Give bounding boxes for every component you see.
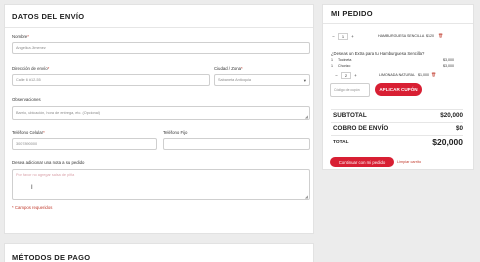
- item-2-price: $1,000: [418, 73, 429, 77]
- direccion-input[interactable]: Calle 6 #12-55: [12, 74, 210, 86]
- extra-price: $3,000: [443, 64, 454, 68]
- total-label: TOTAL: [333, 140, 349, 145]
- coupon-input[interactable]: Código de cupón: [330, 83, 370, 97]
- extra-qty: 1: [331, 58, 333, 62]
- decrement-button[interactable]: −: [333, 73, 340, 78]
- order-card: MI PEDIDO − 1 + HAMBURGUESA SENCILLA $12…: [322, 4, 474, 170]
- order-title-divider: [323, 23, 473, 24]
- ciudad-value: Sabaneta Antioquia: [218, 78, 251, 82]
- telefono-label: Teléfono Celular*: [12, 130, 45, 135]
- extra-name: Tocineta: [338, 58, 352, 62]
- trash-icon[interactable]: 🗑: [431, 72, 436, 78]
- nombre-label: Nombre*: [12, 34, 29, 39]
- resize-handle-icon[interactable]: ◢: [305, 115, 308, 119]
- nota-placeholder: Por favor no agregar salsa de piña: [16, 173, 75, 177]
- nota-textarea[interactable]: Por favor no agregar salsa de piña I ◢: [12, 169, 310, 200]
- item-1-name: HAMBURGUESA SENCILLA: [378, 34, 425, 38]
- payment-title: MÉTODOS DE PAGO: [12, 253, 91, 262]
- increment-button[interactable]: +: [352, 73, 359, 78]
- telefono-input[interactable]: 3007890000: [12, 138, 157, 150]
- text-cursor-icon: I: [31, 185, 33, 191]
- shipping-value: $0: [455, 125, 463, 132]
- telefono-fijo-input[interactable]: [163, 138, 310, 150]
- delivery-title: DATOS DEL ENVÍO: [12, 12, 85, 21]
- direccion-label: Dirección de envío*: [12, 66, 50, 71]
- nota-label: Desea adicionar una nota a su pedido: [12, 160, 85, 165]
- required-fields-note: * Campos requeridos: [12, 205, 53, 210]
- delivery-card: DATOS DEL ENVÍO Nombre* Angelica Jimenez…: [4, 4, 314, 234]
- observaciones-placeholder: Barrio, ubicación, hora de entrega, etc.…: [16, 111, 100, 115]
- nombre-input[interactable]: Angelica Jimenez: [12, 42, 310, 54]
- item-1-price: $120: [426, 34, 434, 38]
- extra-name: Chorizo: [338, 64, 351, 68]
- total-value: $20,000: [432, 137, 463, 147]
- delivery-title-divider: [5, 27, 313, 28]
- decrement-button[interactable]: −: [330, 34, 337, 39]
- divider: [331, 109, 463, 110]
- trash-icon[interactable]: 🗑: [438, 33, 443, 39]
- subtotal-value: $20,000: [440, 112, 463, 119]
- telefono-fijo-label: Teléfono Fijo: [163, 130, 188, 135]
- observaciones-label: Observaciones: [12, 97, 41, 102]
- order-title: MI PEDIDO: [331, 9, 373, 18]
- telefono-placeholder: 3007890000: [16, 142, 38, 146]
- observaciones-textarea[interactable]: Barrio, ubicación, hora de entrega, etc.…: [12, 106, 310, 120]
- direccion-placeholder: Calle 6 #12-55: [16, 78, 41, 82]
- coupon-placeholder: Código de cupón: [334, 88, 360, 92]
- item-2-qty[interactable]: 2: [341, 71, 351, 79]
- divider: [331, 122, 463, 123]
- nombre-value: Angelica Jimenez: [16, 46, 46, 50]
- extra-qty: 1: [331, 64, 333, 68]
- resize-handle-icon[interactable]: ◢: [305, 195, 308, 199]
- extra-question: ¿Deseas un Extra para tu Hamburguesa Sen…: [331, 51, 425, 56]
- continue-order-button[interactable]: Continuar con mi pedido: [330, 157, 394, 167]
- item-1-quantity-stepper[interactable]: − 1 +: [330, 32, 356, 40]
- item-2-quantity-stepper[interactable]: − 2 +: [333, 71, 359, 79]
- apply-coupon-button[interactable]: APLICAR CUPÓN: [375, 83, 422, 96]
- item-2-name: LIMONADA NATURAL: [379, 73, 416, 77]
- item-1-qty[interactable]: 1: [338, 32, 348, 40]
- extra-price: $3,000: [443, 58, 454, 62]
- ciudad-select[interactable]: Sabaneta Antioquia ▾: [214, 74, 310, 86]
- subtotal-label: SUBTOTAL: [333, 112, 367, 119]
- ciudad-label: Ciudad / Zona*: [214, 66, 243, 71]
- chevron-down-icon: ▾: [303, 78, 306, 83]
- divider: [331, 135, 463, 136]
- shipping-label: COBRO DE ENVÍO: [333, 125, 389, 132]
- increment-button[interactable]: +: [349, 34, 356, 39]
- payment-card: MÉTODOS DE PAGO: [4, 243, 314, 262]
- clear-cart-link[interactable]: Limpiar carrito: [397, 160, 421, 164]
